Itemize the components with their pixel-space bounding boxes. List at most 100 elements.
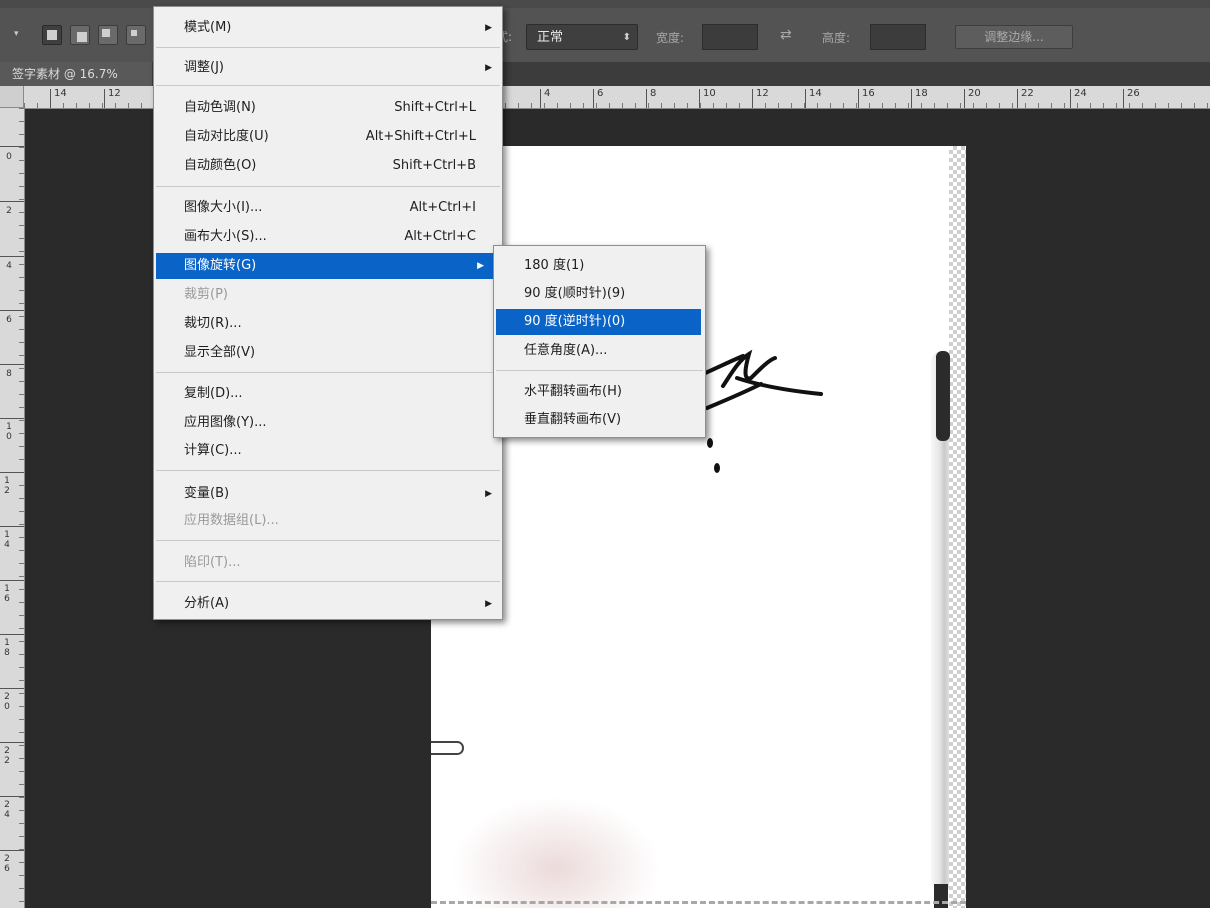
style-select-value: 正常 <box>537 30 564 45</box>
menu-item-auto-contrast[interactable]: 自动对比度(U) Alt+Shift+Ctrl+L <box>154 124 502 150</box>
submenu-item-rotate-90-cw[interactable]: 90 度(顺时针)(9) <box>494 281 705 307</box>
menu-item-variables[interactable]: 变量(B) ▶ <box>154 481 502 507</box>
menu-item-label: 计算(C)... <box>184 443 242 458</box>
ruler-tick-line <box>0 634 24 635</box>
ruler-tick-line <box>699 89 700 108</box>
width-input[interactable] <box>702 24 758 50</box>
submenu-item-flip-vertical[interactable]: 垂直翻转画布(V) <box>494 407 705 433</box>
menu-separator <box>156 186 500 187</box>
ruler-tick-label: 24 <box>4 800 10 820</box>
add-to-selection-icon[interactable] <box>70 25 90 45</box>
refine-edge-button[interactable]: 调整边缘... <box>955 25 1073 49</box>
menu-item-auto-color[interactable]: 自动颜色(O) Shift+Ctrl+B <box>154 153 502 179</box>
menu-item-apply-data-set[interactable]: 应用数据组(L)... <box>154 508 502 534</box>
submenu-item-flip-horizontal[interactable]: 水平翻转画布(H) <box>494 379 705 405</box>
menu-item-label: 画布大小(S)... <box>184 229 267 244</box>
ruler-tick-label: 16 <box>862 88 875 99</box>
ruler-tick-label: 26 <box>1127 88 1140 99</box>
ruler-tick-label: 4 <box>6 261 12 271</box>
ruler-tick-label: 22 <box>1021 88 1034 99</box>
ruler-tick-line <box>752 89 753 108</box>
ruler-tick-line <box>1123 89 1124 108</box>
menu-separator <box>156 372 500 373</box>
vertical-ruler[interactable] <box>0 108 25 908</box>
menu-separator <box>156 540 500 541</box>
menu-item-shortcut: Alt+Shift+Ctrl+L <box>365 129 476 144</box>
ruler-tick-line <box>0 146 24 147</box>
ruler-tick-label: 24 <box>1074 88 1087 99</box>
ruler-tick-line <box>0 742 24 743</box>
ruler-tick-label: 14 <box>809 88 822 99</box>
menu-item-label: 应用图像(Y)... <box>184 415 267 430</box>
ruler-tick-label: 6 <box>597 88 604 99</box>
menu-item-trap[interactable]: 陷印(T)... <box>154 550 502 576</box>
subtract-from-selection-icon[interactable] <box>98 25 118 45</box>
ruler-tick-line <box>0 364 24 365</box>
ruler-tick-label: 14 <box>54 88 67 99</box>
menu-item-label: 垂直翻转画布(V) <box>524 412 622 427</box>
new-selection-icon[interactable] <box>42 25 62 45</box>
menu-item-auto-tone[interactable]: 自动色调(N) Shift+Ctrl+L <box>154 95 502 121</box>
menu-item-crop[interactable]: 裁剪(P) <box>154 282 502 308</box>
submenu-item-rotate-90-ccw[interactable]: 90 度(逆时针)(0) <box>496 309 701 335</box>
submenu-item-rotate-180[interactable]: 180 度(1) <box>494 253 705 279</box>
menu-item-image-rotation[interactable]: 图像旋转(G) ▶ <box>156 253 494 279</box>
canvas-dashed-edge <box>431 901 966 904</box>
ruler-tick-line <box>0 580 24 581</box>
height-input[interactable] <box>870 24 926 50</box>
ruler-origin[interactable] <box>0 86 24 108</box>
ruler-tick-label: 12 <box>756 88 769 99</box>
menu-item-label: 90 度(顺时针)(9) <box>524 286 626 301</box>
ruler-tick-label: 26 <box>4 854 10 874</box>
ruler-tick-line <box>0 472 24 473</box>
tool-preset-dropdown-icon[interactable]: ▾ <box>14 29 19 39</box>
submenu-arrow-icon: ▶ <box>477 261 484 271</box>
menu-item-label: 任意角度(A)... <box>524 343 608 358</box>
menu-item-mode[interactable]: 模式(M) ▶ <box>154 15 502 41</box>
menu-item-image-size[interactable]: 图像大小(I)... Alt+Ctrl+I <box>154 195 502 221</box>
menu-item-label: 分析(A) <box>184 596 230 611</box>
ruler-tick-label: 10 <box>6 422 12 442</box>
ruler-tick-line <box>0 526 24 527</box>
ruler-tick-line <box>104 89 105 108</box>
menu-item-analysis[interactable]: 分析(A) ▶ <box>154 591 502 617</box>
menu-item-apply-image[interactable]: 应用图像(Y)... <box>154 410 502 436</box>
ruler-tick-label: 20 <box>968 88 981 99</box>
ruler-tick-line <box>50 89 51 108</box>
menu-item-label: 90 度(逆时针)(0) <box>524 314 626 329</box>
menu-item-label: 裁切(R)... <box>184 316 242 331</box>
ruler-tick-label: 2 <box>6 206 12 216</box>
width-label: 宽度: <box>656 31 685 45</box>
ruler-tick-label: 22 <box>4 746 10 766</box>
menu-item-canvas-size[interactable]: 画布大小(S)... Alt+Ctrl+C <box>154 224 502 250</box>
ruler-tick-line <box>911 89 912 108</box>
menu-item-shortcut: Alt+Ctrl+C <box>404 229 476 244</box>
ruler-tick-line <box>0 796 24 797</box>
menu-item-adjustments[interactable]: 调整(J) ▶ <box>154 55 502 81</box>
ruler-tick-line <box>0 256 24 257</box>
ruler-tick-line <box>858 89 859 108</box>
document-tab[interactable]: 签字素材 @ 16.7% <box>0 62 152 86</box>
menu-item-duplicate[interactable]: 复制(D)... <box>154 381 502 407</box>
ruler-tick-label: 6 <box>6 315 12 325</box>
ruler-tick-line <box>1070 89 1071 108</box>
swap-icon[interactable]: ⇄ <box>780 27 792 43</box>
menu-separator <box>496 370 703 371</box>
ruler-tick-label: 0 <box>6 152 12 162</box>
menu-separator <box>156 470 500 471</box>
ruler-tick-label: 10 <box>703 88 716 99</box>
style-select[interactable]: 正常 ⬍ <box>526 24 638 50</box>
ruler-tick-line <box>1017 89 1018 108</box>
intersect-selection-icon[interactable] <box>126 25 146 45</box>
menu-item-reveal-all[interactable]: 显示全部(V) <box>154 340 502 366</box>
menu-item-calculations[interactable]: 计算(C)... <box>154 438 502 464</box>
menu-item-trim[interactable]: 裁切(R)... <box>154 311 502 337</box>
ruler-tick-label: 8 <box>650 88 657 99</box>
menu-item-label: 自动对比度(U) <box>184 129 269 144</box>
menu-item-shortcut: Alt+Ctrl+I <box>409 200 476 215</box>
ruler-tick-line <box>0 850 24 851</box>
submenu-item-arbitrary[interactable]: 任意角度(A)... <box>494 338 705 364</box>
ruler-tick-line <box>593 89 594 108</box>
submenu-arrow-icon: ▶ <box>485 23 492 33</box>
menu-separator <box>156 47 500 48</box>
